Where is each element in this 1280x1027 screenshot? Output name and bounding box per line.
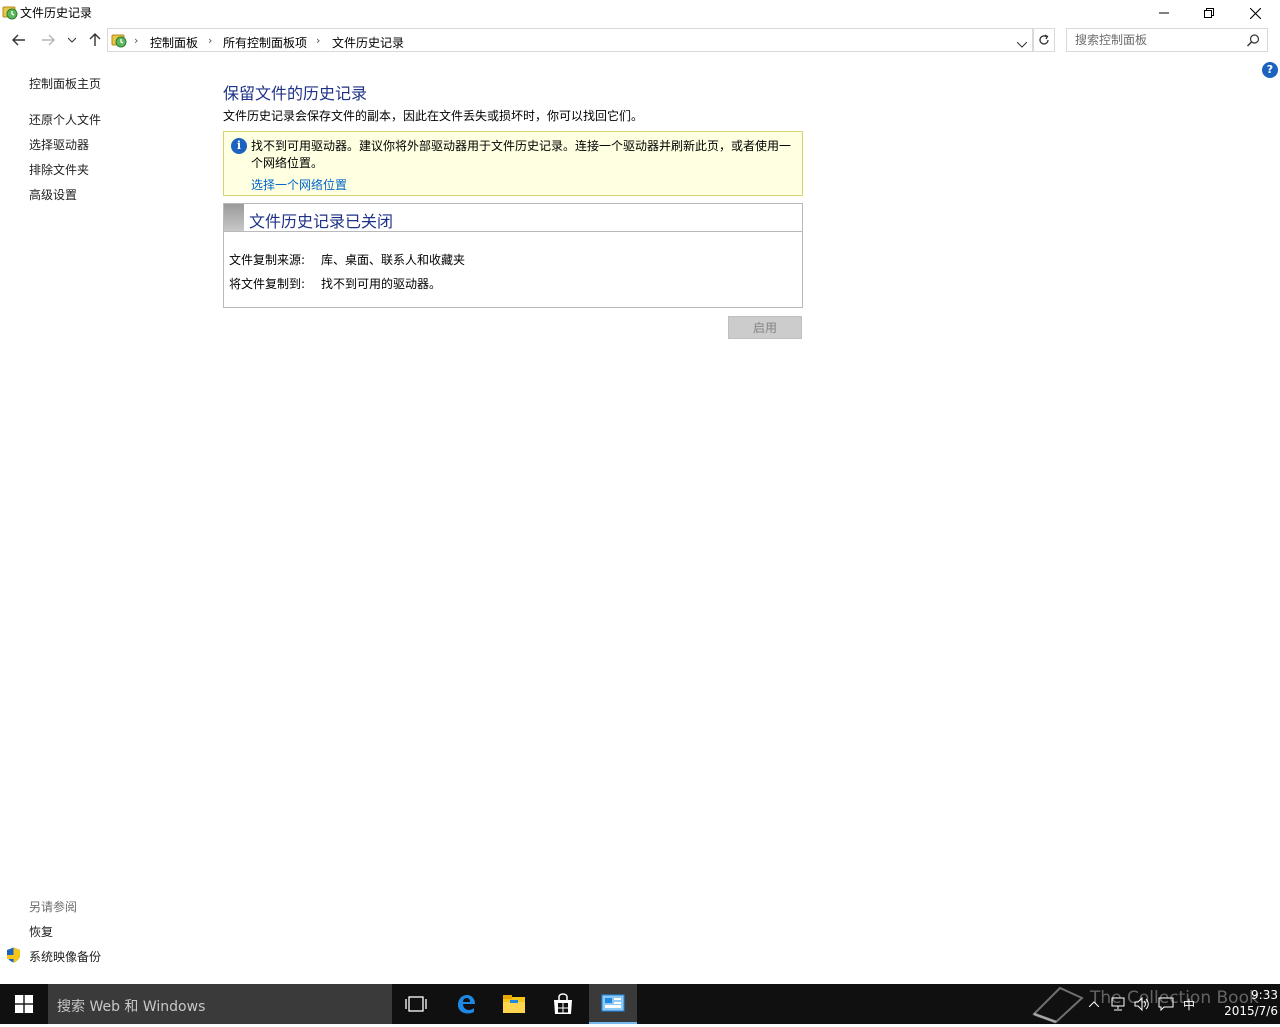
- minimize-button[interactable]: [1141, 0, 1187, 26]
- sidebar-item-advanced-settings[interactable]: 高级设置: [29, 186, 77, 203]
- control-panel-icon: [111, 32, 127, 51]
- info-icon: i: [231, 138, 247, 154]
- task-view-icon[interactable]: [392, 984, 440, 1024]
- sidebar-item-select-drive[interactable]: 选择驱动器: [29, 136, 89, 153]
- page-description: 文件历史记录会保存文件的副本，因此在文件丢失或损坏时，你可以找回它们。: [223, 109, 644, 123]
- sidebar-control-panel-home[interactable]: 控制面板主页: [29, 75, 101, 92]
- search-input[interactable]: [1075, 29, 1245, 51]
- up-button[interactable]: [85, 30, 105, 50]
- status-header: 文件历史记录已关闭: [224, 204, 802, 232]
- edge-browser-icon[interactable]: [442, 984, 490, 1024]
- restore-button[interactable]: [1186, 0, 1232, 26]
- warning-text: 找不到可用驱动器。建议你将外部驱动器用于文件历史记录。连接一个驱动器并刷新此页，…: [251, 139, 792, 170]
- store-icon[interactable]: [539, 984, 587, 1024]
- breadcrumb-separator-icon[interactable]: ›: [134, 34, 138, 47]
- back-button[interactable]: [9, 30, 29, 50]
- watermark-book-logo: [1030, 984, 1086, 1027]
- status-panel: 文件历史记录已关闭 文件复制来源: 库、桌面、联系人和收藏夹 将文件复制到: 找…: [223, 203, 803, 308]
- see-also-heading: 另请参阅: [29, 900, 78, 914]
- start-button[interactable]: [0, 984, 48, 1024]
- file-explorer-icon[interactable]: [490, 984, 538, 1024]
- close-button[interactable]: [1232, 0, 1278, 26]
- breadcrumb-control-panel[interactable]: 控制面板: [150, 34, 198, 51]
- clock-date: 2015/7/6: [1224, 1004, 1278, 1018]
- windows-logo-icon: [15, 995, 33, 1013]
- source-label: 文件复制来源:: [229, 253, 306, 267]
- file-history-icon: [2, 4, 18, 20]
- sidebar-item-exclude-folders[interactable]: 排除文件夹: [29, 161, 89, 178]
- breadcrumb-file-history[interactable]: 文件历史记录: [332, 34, 404, 51]
- address-dropdown-chevron-icon[interactable]: [1016, 37, 1028, 51]
- target-value: 找不到可用的驱动器。: [321, 277, 442, 291]
- search-icon[interactable]: [1246, 34, 1260, 50]
- forward-button[interactable]: [38, 30, 58, 50]
- taskbar-search-box[interactable]: 搜索 Web 和 Windows: [48, 984, 392, 1024]
- control-panel-taskbar-icon[interactable]: [589, 984, 637, 1024]
- target-label: 将文件复制到:: [229, 277, 306, 291]
- address-bar[interactable]: › 控制面板 › 所有控制面板项 › 文件历史记录: [107, 28, 1033, 52]
- taskbar-clock[interactable]: 9:33 2015/7/6: [1200, 987, 1278, 1019]
- see-also-system-image-backup[interactable]: 系统映像备份: [29, 948, 101, 965]
- breadcrumb-separator-icon[interactable]: ›: [208, 34, 212, 47]
- refresh-button[interactable]: [1033, 28, 1055, 52]
- volume-icon[interactable]: [1130, 984, 1154, 1024]
- no-drive-warning: i 找不到可用驱动器。建议你将外部驱动器用于文件历史记录。连接一个驱动器并刷新此…: [223, 131, 803, 196]
- action-center-icon[interactable]: [1154, 984, 1178, 1024]
- input-method-indicator[interactable]: 中: [1178, 984, 1200, 1024]
- uac-shield-icon: [6, 947, 21, 966]
- taskbar: 搜索 Web 和 Windows The Collection Book 中 9…: [0, 984, 1280, 1024]
- network-icon[interactable]: [1106, 984, 1130, 1024]
- sidebar-item-restore-files[interactable]: 还原个人文件: [29, 111, 101, 128]
- search-box[interactable]: [1066, 28, 1268, 52]
- source-value: 库、桌面、联系人和收藏夹: [321, 253, 466, 267]
- see-also-recovery[interactable]: 恢复: [29, 923, 53, 940]
- status-indicator: [224, 204, 244, 231]
- enable-button[interactable]: 启用: [728, 316, 802, 339]
- taskbar-search-placeholder: 搜索 Web 和 Windows: [57, 999, 206, 1015]
- recent-locations-chevron-icon[interactable]: [62, 30, 82, 50]
- page-title: 保留文件的历史记录: [223, 84, 368, 103]
- status-title: 文件历史记录已关闭: [249, 212, 394, 231]
- breadcrumb-all-items[interactable]: 所有控制面板项: [223, 34, 307, 51]
- clock-time: 9:33: [1251, 988, 1278, 1002]
- title-bar: 文件历史记录: [0, 0, 1280, 26]
- window-title: 文件历史记录: [20, 6, 93, 20]
- show-hidden-icons-chevron-icon[interactable]: [1084, 984, 1104, 1024]
- help-icon[interactable]: ?: [1262, 62, 1278, 78]
- breadcrumb-separator-icon[interactable]: ›: [316, 34, 320, 47]
- select-network-location-link[interactable]: 选择一个网络位置: [251, 176, 347, 193]
